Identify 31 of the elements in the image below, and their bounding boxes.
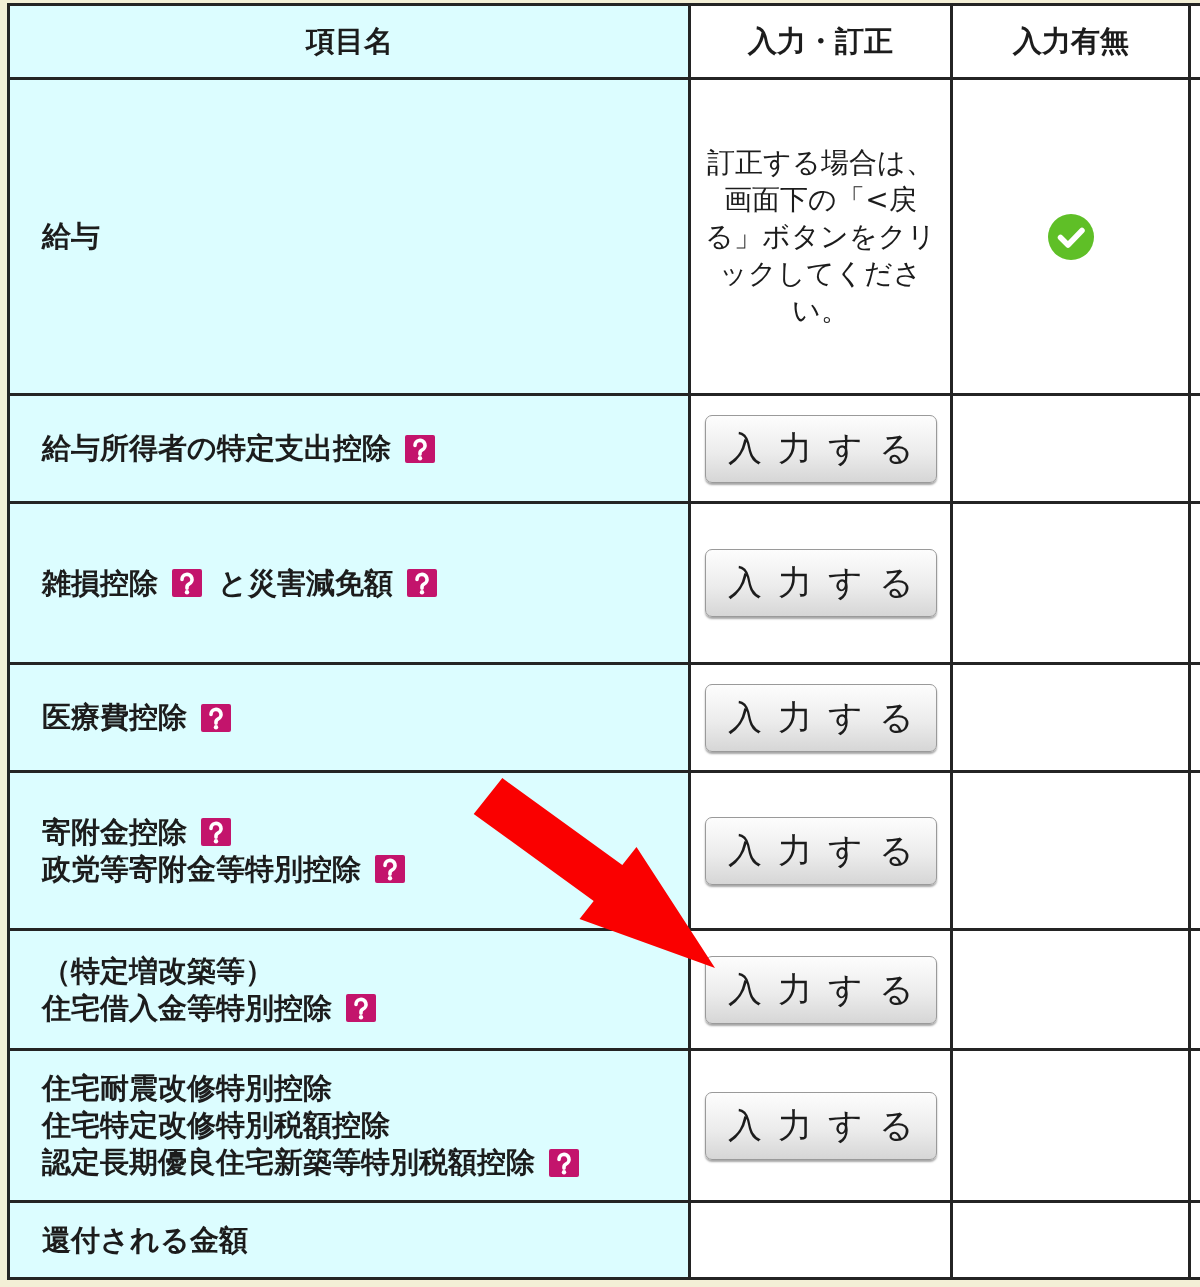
input-button[interactable]: 入力する bbox=[704, 1091, 937, 1160]
help-icon[interactable] bbox=[549, 1148, 579, 1177]
column-header: 項目名 bbox=[8, 4, 690, 79]
item-label: 給与 bbox=[42, 218, 100, 255]
help-icon[interactable] bbox=[172, 569, 202, 597]
input-button[interactable]: 入力する bbox=[704, 816, 937, 885]
help-icon[interactable] bbox=[375, 855, 405, 883]
item-label: 住宅借入金等特別控除 bbox=[42, 989, 332, 1027]
help-icon[interactable] bbox=[201, 818, 231, 846]
item-label: 雑損控除 bbox=[42, 564, 158, 602]
instruction-text: 訂正する場合は、画面下の「<戻る」ボタンをクリックしてください。 bbox=[704, 145, 937, 329]
item-label: 住宅特定改修特別税額控除 bbox=[42, 1107, 390, 1144]
item-label: 寄附金控除 bbox=[42, 813, 187, 851]
input-button[interactable]: 入力する bbox=[704, 683, 937, 752]
input-button[interactable]: 入力する bbox=[704, 955, 937, 1024]
item-label: 住宅耐震改修特別控除 bbox=[42, 1070, 332, 1107]
item-label: と災害減免額 bbox=[218, 564, 393, 602]
column-header: 入力有無 bbox=[951, 4, 1190, 79]
item-label: 給与所得者の特定支出控除 bbox=[42, 430, 391, 467]
help-icon[interactable] bbox=[201, 703, 231, 732]
input-button[interactable]: 入力する bbox=[704, 549, 937, 617]
item-label: 還付される金額 bbox=[42, 1221, 248, 1259]
item-label: 認定長期優良住宅新築等特別税額控除 bbox=[42, 1144, 535, 1181]
item-label: 医療費控除 bbox=[42, 699, 187, 736]
help-icon[interactable] bbox=[407, 569, 437, 597]
help-icon[interactable] bbox=[346, 994, 376, 1022]
input-button[interactable]: 入力する bbox=[704, 414, 937, 483]
column-header: 入力・訂正 bbox=[689, 4, 952, 79]
item-label: （特定増改築等） bbox=[42, 952, 274, 990]
item-label: 政党等寄附金等特別控除 bbox=[42, 850, 361, 888]
help-icon[interactable] bbox=[405, 434, 435, 463]
